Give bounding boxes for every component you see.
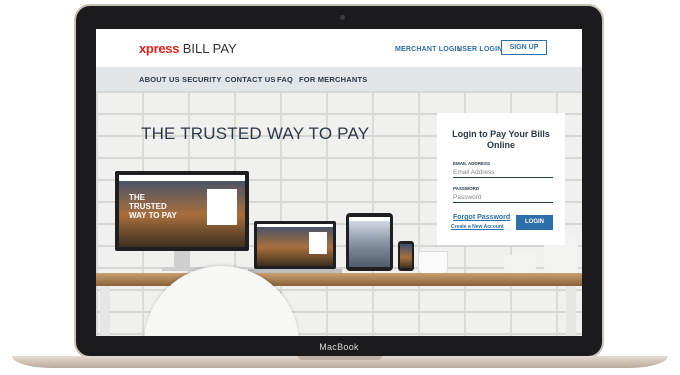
- sign-up-button[interactable]: SIGN UP: [501, 40, 547, 55]
- site-header: xpress BILL PAY MERCHANT LOGIN USER LOGI…: [96, 29, 582, 67]
- desk-leg: [100, 286, 110, 336]
- nav-item-about-us[interactable]: ABOUT US: [139, 75, 180, 84]
- email-field[interactable]: [453, 168, 553, 178]
- login-panel: Login to Pay Your Bills Online EMAIL ADD…: [437, 113, 565, 245]
- email-label: EMAIL ADDRESS: [453, 161, 491, 166]
- desk-leg: [566, 286, 576, 336]
- camera-icon: [340, 15, 345, 20]
- nav-item-contact-us[interactable]: CONTACT US: [225, 75, 276, 84]
- laptop-lid: xpress BILL PAY MERCHANT LOGIN USER LOGI…: [74, 4, 604, 358]
- mini-header: [349, 217, 390, 221]
- phone-screen: [400, 244, 412, 268]
- tablet-screen: [349, 217, 390, 267]
- mini-header: [257, 224, 333, 228]
- main-nav: ABOUT US SECURITY CONTACT US FAQ FOR MER…: [96, 67, 582, 91]
- desk: [96, 273, 582, 286]
- nav-item-for-merchants[interactable]: FOR MERCHANTS: [299, 75, 367, 84]
- laptop-notch: [298, 356, 382, 360]
- logo-primary: xpress: [139, 41, 180, 56]
- tablet-image: [346, 213, 393, 271]
- user-login-link[interactable]: USER LOGIN: [457, 46, 503, 53]
- coffee-mug-image: [418, 251, 448, 274]
- password-label: PASSWORD: [453, 186, 480, 191]
- desktop-monitor-image: THE TRUSTED WAY TO PAY: [115, 171, 249, 251]
- nav-item-faq[interactable]: FAQ: [277, 75, 293, 84]
- mini-login-box: [309, 232, 327, 254]
- hero-title: THE TRUSTED WAY TO PAY: [141, 124, 370, 143]
- login-title: Login to Pay Your Bills Online: [452, 129, 550, 150]
- nav-item-security[interactable]: SECURITY: [182, 75, 222, 84]
- laptop-screen: xpress BILL PAY MERCHANT LOGIN USER LOGI…: [96, 29, 582, 336]
- login-button[interactable]: LOGIN: [516, 215, 553, 230]
- monitor-stand: [174, 251, 190, 267]
- device-screen-title: THE TRUSTED WAY TO PAY: [129, 193, 177, 220]
- small-laptop-image: [254, 221, 336, 269]
- small-plant-pot-image: [504, 255, 536, 275]
- desktop-screen: THE TRUSTED WAY TO PAY: [119, 175, 245, 247]
- hero-section: THE TRUSTED WAY TO PAY THE TRUSTED WAY T…: [96, 91, 582, 336]
- small-laptop-screen: [257, 224, 333, 266]
- device-brand-label: MacBook: [319, 342, 359, 352]
- create-account-link[interactable]: Create a New Account: [451, 224, 504, 230]
- forgot-password-link[interactable]: Forgot Password: [453, 214, 510, 221]
- site-logo[interactable]: xpress BILL PAY: [139, 41, 237, 56]
- merchant-login-link[interactable]: MERCHANT LOGIN: [395, 46, 462, 53]
- mini-login-box: [207, 189, 237, 225]
- logo-secondary: BILL PAY: [182, 41, 237, 56]
- password-field[interactable]: [453, 193, 553, 203]
- laptop-mockup: xpress BILL PAY MERCHANT LOGIN USER LOGI…: [0, 0, 680, 375]
- mini-header: [119, 175, 245, 181]
- phone-image: [398, 241, 414, 271]
